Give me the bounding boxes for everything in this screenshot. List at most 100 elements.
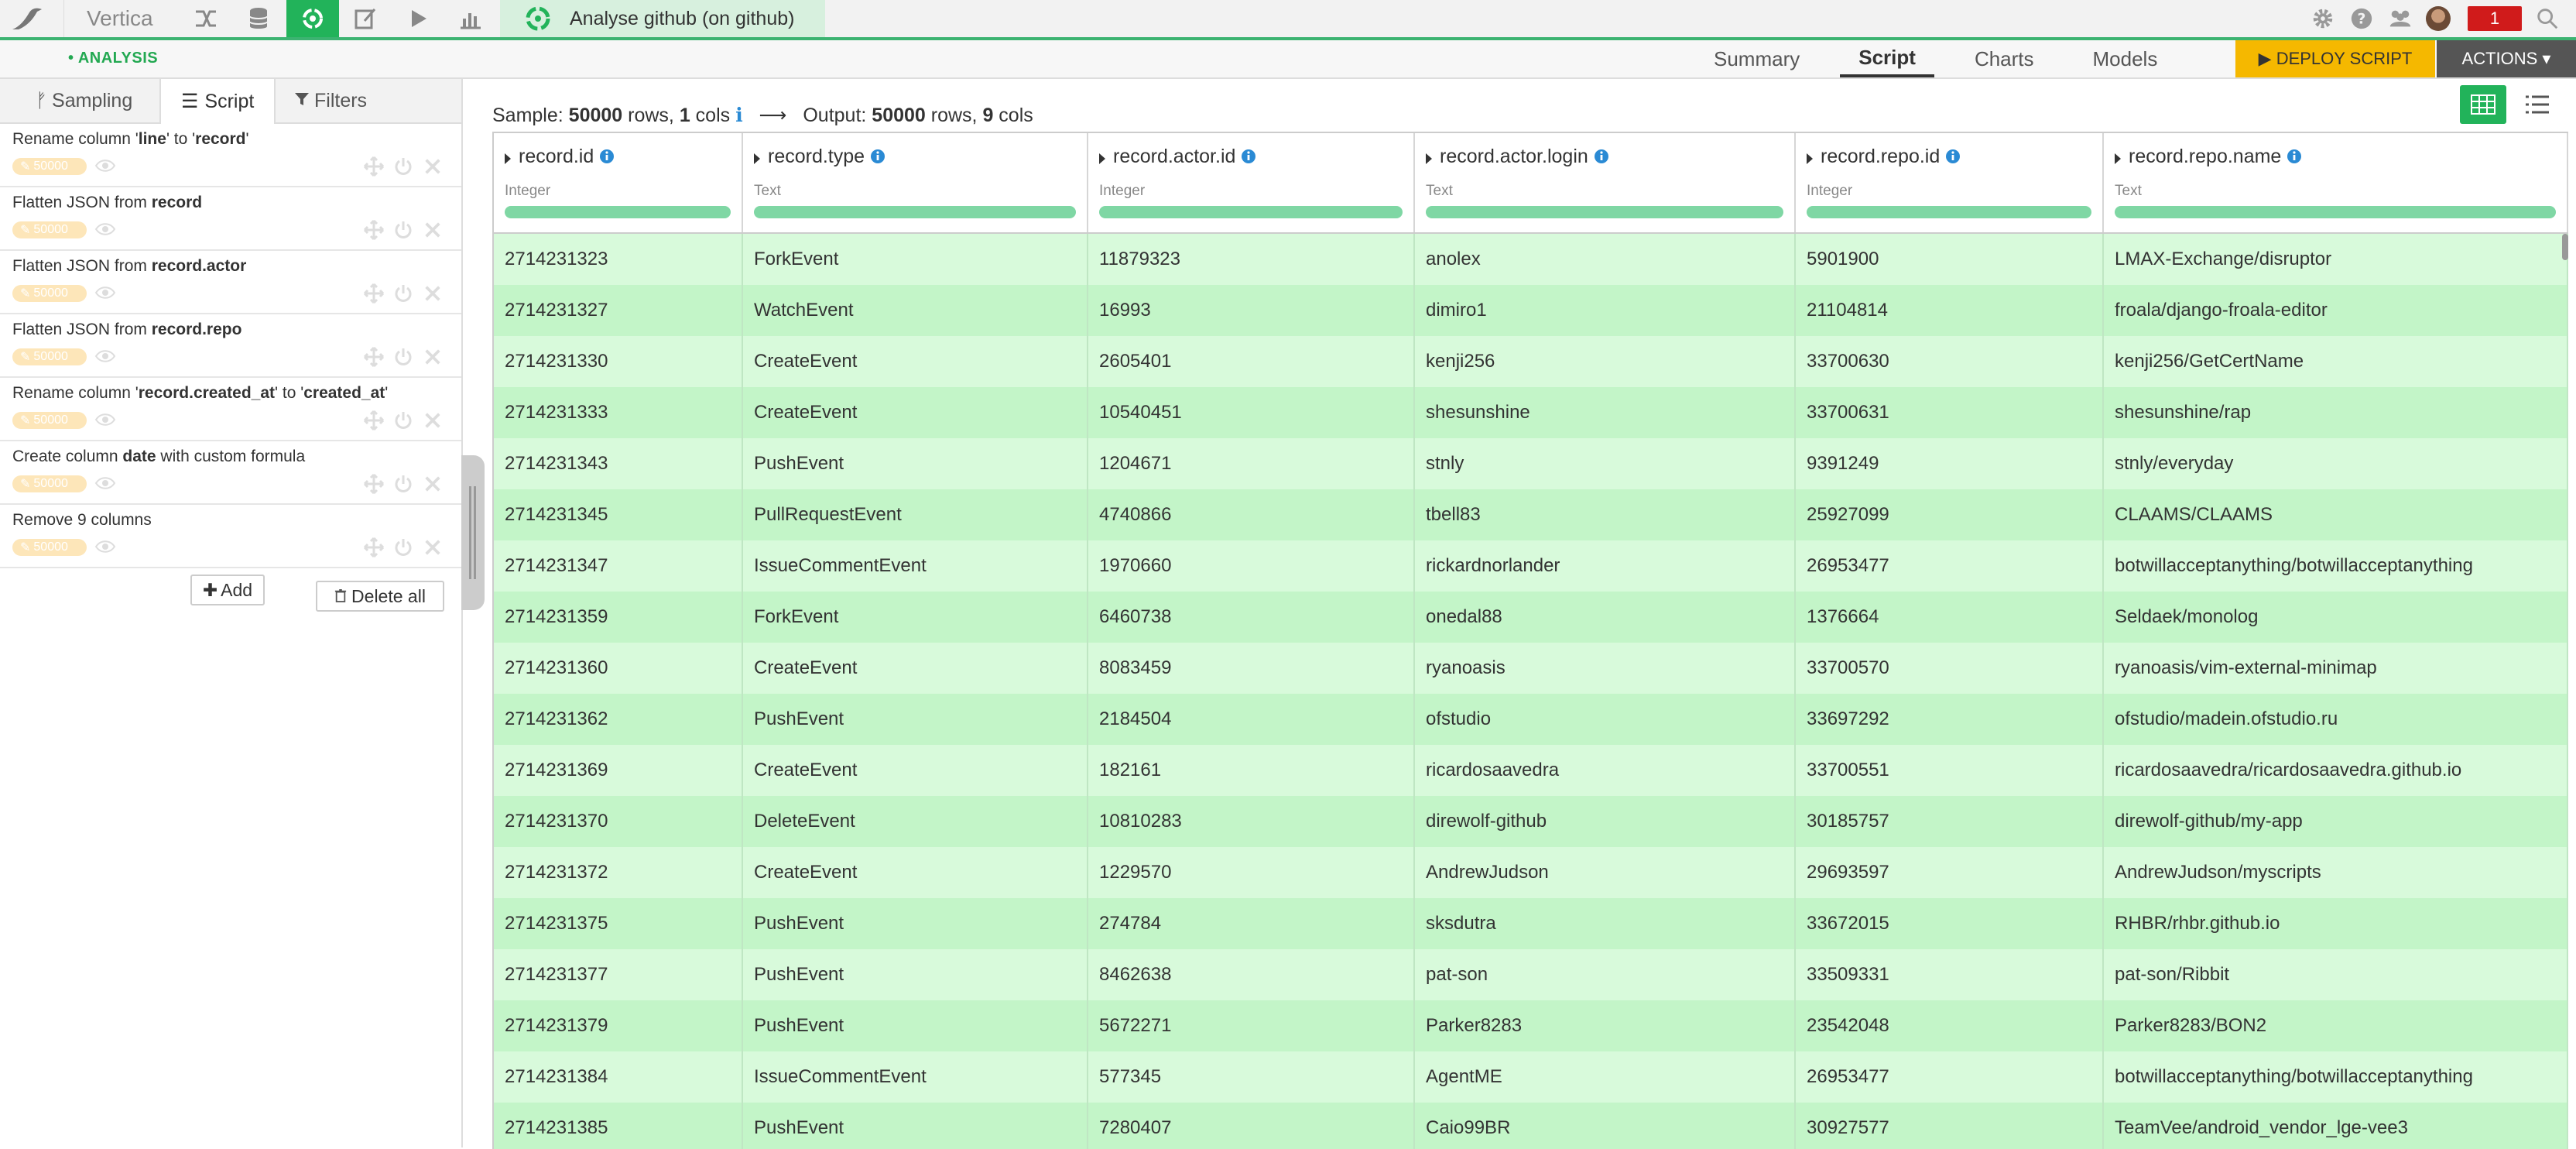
table-cell[interactable]: CLAAMS/CLAAMS [2104,489,2568,540]
table-cell[interactable]: ricardosaavedra/ricardosaavedra.github.i… [2104,745,2568,796]
table-cell[interactable]: stnly/everyday [2104,438,2568,489]
data-quality-bar[interactable] [1426,206,1783,218]
table-cell[interactable]: 33700630 [1796,336,2104,387]
table-cell[interactable]: CreateEvent [743,387,1088,438]
table-cell[interactable]: IssueCommentEvent [743,540,1088,592]
table-cell[interactable]: stnly [1415,438,1796,489]
column-header[interactable]: record.repo.id Integer [1796,133,2104,232]
table-cell[interactable]: 6460738 [1088,592,1415,643]
power-icon[interactable] [392,472,415,496]
eye-icon[interactable] [94,348,116,364]
table-cell[interactable]: ryanoasis/vim-external-minimap [2104,643,2568,694]
info-icon[interactable] [1594,149,1609,164]
tab-script[interactable]: ☰ Script [159,79,276,124]
script-step[interactable]: Remove 9 columns ✎ 50000 [0,505,461,568]
actions-button[interactable]: ACTIONS ▾ [2437,40,2576,77]
bird-logo-icon[interactable] [11,5,45,33]
table-cell[interactable]: 2714231369 [494,745,743,796]
table-cell[interactable]: 2714231327 [494,285,743,336]
avatar[interactable] [2426,6,2451,31]
close-icon[interactable] [421,282,444,305]
move-icon[interactable] [362,536,385,559]
data-quality-bar[interactable] [505,206,731,218]
table-cell[interactable]: botwillacceptanything/botwillacceptanyth… [2104,540,2568,592]
notebook-edit-icon[interactable] [339,0,392,37]
table-cell[interactable]: 33700551 [1796,745,2104,796]
move-icon[interactable] [362,155,385,178]
table-cell[interactable]: AndrewJudson/myscripts [2104,847,2568,898]
table-cell[interactable]: anolex [1415,234,1796,285]
script-step[interactable]: Flatten JSON from record ✎ 50000 [0,187,461,251]
caret-right-icon[interactable] [1807,153,1813,164]
caret-right-icon[interactable] [1099,153,1105,164]
move-icon[interactable] [362,472,385,496]
table-cell[interactable]: 1970660 [1088,540,1415,592]
table-cell[interactable]: 2714231323 [494,234,743,285]
table-cell[interactable]: ForkEvent [743,592,1088,643]
move-icon[interactable] [362,409,385,432]
info-icon[interactable]: ℹ [735,105,743,126]
table-cell[interactable]: shesunshine/rap [2104,387,2568,438]
column-type[interactable]: Text [2115,183,2142,200]
table-cell[interactable]: TeamVee/android_vendor_lge-vee3 [2104,1103,2568,1149]
column-type[interactable]: Integer [505,183,550,200]
add-step-button[interactable]: ✚ Add [190,574,265,605]
delete-all-button[interactable]: Delete all [316,581,444,612]
eye-icon[interactable] [94,158,116,173]
table-cell[interactable]: ForkEvent [743,234,1088,285]
script-step[interactable]: Rename column 'record.created_at' to 'cr… [0,378,461,441]
table-cell[interactable]: WatchEvent [743,285,1088,336]
table-cell[interactable]: 33672015 [1796,898,2104,949]
power-icon[interactable] [392,409,415,432]
column-type[interactable]: Integer [1099,183,1145,200]
table-cell[interactable]: 2605401 [1088,336,1415,387]
table-cell[interactable]: CreateEvent [743,847,1088,898]
column-header[interactable]: record.actor.login Text [1415,133,1796,232]
caret-right-icon[interactable] [1426,153,1432,164]
table-cell[interactable]: ofstudio [1415,694,1796,745]
table-cell[interactable]: ofstudio/madein.ofstudio.ru [2104,694,2568,745]
help-icon[interactable]: ? [2348,5,2375,32]
column-type[interactable]: Text [754,183,781,200]
table-cell[interactable]: 182161 [1088,745,1415,796]
table-cell[interactable]: 274784 [1088,898,1415,949]
table-cell[interactable]: PushEvent [743,949,1088,1000]
table-cell[interactable]: 2714231333 [494,387,743,438]
power-icon[interactable] [392,218,415,242]
table-cell[interactable]: 26953477 [1796,1051,2104,1103]
table-cell[interactable]: 2714231375 [494,898,743,949]
table-cell[interactable]: sksdutra [1415,898,1796,949]
caret-right-icon[interactable] [754,153,760,164]
column-header[interactable]: record.type Text [743,133,1088,232]
table-cell[interactable]: 5901900 [1796,234,2104,285]
table-cell[interactable]: 2714231343 [494,438,743,489]
data-quality-bar[interactable] [1807,206,2091,218]
close-icon[interactable] [421,218,444,242]
eye-icon[interactable] [94,475,116,491]
table-cell[interactable]: 2714231360 [494,643,743,694]
table-cell[interactable]: 1376664 [1796,592,2104,643]
table-cell[interactable]: shesunshine [1415,387,1796,438]
power-icon[interactable] [392,282,415,305]
datasets-icon[interactable] [232,0,285,37]
table-cell[interactable]: botwillacceptanything/botwillacceptanyth… [2104,1051,2568,1103]
move-icon[interactable] [362,345,385,369]
list-view-button[interactable] [2514,85,2561,124]
panel-resize-handle[interactable] [461,455,485,610]
table-cell[interactable]: PushEvent [743,1103,1088,1149]
column-type[interactable]: Text [1426,183,1453,200]
vertical-scrollbar[interactable] [2562,234,2568,260]
table-cell[interactable]: 2714231362 [494,694,743,745]
table-cell[interactable]: 2714231372 [494,847,743,898]
table-cell[interactable]: direwolf-github [1415,796,1796,847]
power-icon[interactable] [392,345,415,369]
table-cell[interactable]: AgentME [1415,1051,1796,1103]
data-quality-bar[interactable] [754,206,1076,218]
table-cell[interactable]: 9391249 [1796,438,2104,489]
flow-icon[interactable] [180,0,232,37]
table-cell[interactable]: 25927099 [1796,489,2104,540]
tab-sampling[interactable]: ᚠ Sampling [36,79,132,122]
table-cell[interactable]: 29693597 [1796,847,2104,898]
table-cell[interactable]: 7280407 [1088,1103,1415,1149]
close-icon[interactable] [421,536,444,559]
